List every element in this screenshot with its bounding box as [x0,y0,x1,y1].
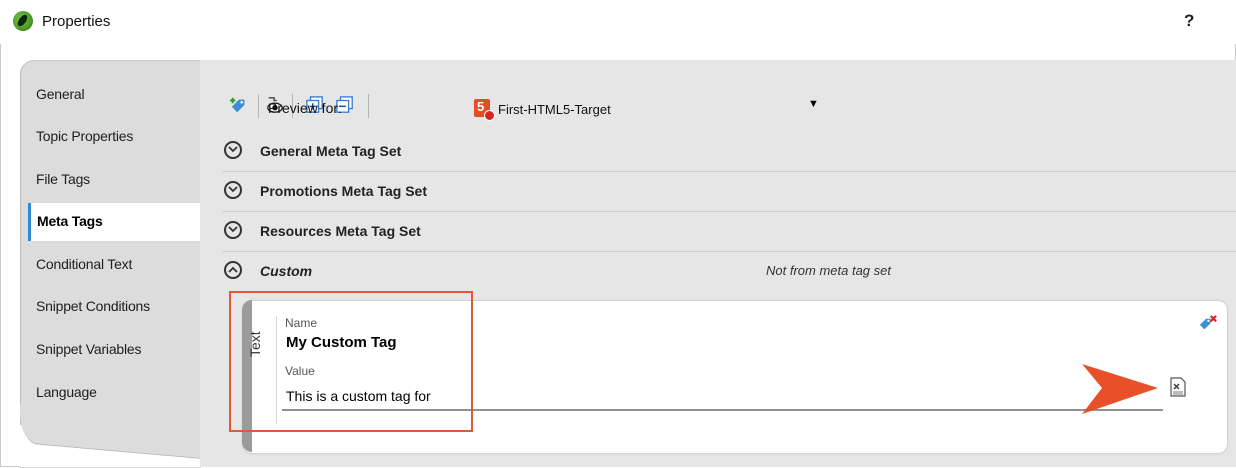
tab-language[interactable]: Language [36,384,97,400]
collapse-icon[interactable] [224,261,242,279]
html5-target-icon [474,99,495,121]
tab-meta-tags[interactable]: Meta Tags [28,203,200,241]
target-select[interactable]: First-HTML5-Target [498,102,611,117]
expand-icon[interactable] [224,181,242,199]
tab-snippet-variables[interactable]: Snippet Variables [36,341,142,357]
toolbar-separator [258,94,259,118]
tab-conditional-text[interactable]: Conditional Text [36,256,132,272]
chevron-down-icon[interactable]: ▼ [808,98,819,110]
meta-tag-set-custom[interactable]: Custom Not from meta tag set [222,251,1236,291]
section-label: General Meta Tag Set [260,143,402,159]
tab-meta-tags-label: Meta Tags [37,213,103,229]
callout-arrow-icon [1082,364,1158,414]
meta-tag-set-resources[interactable]: Resources Meta Tag Set [222,211,1236,252]
title-bar: Properties ? [0,0,1236,44]
highlight-box [229,291,473,432]
section-label: Custom [260,263,313,279]
meta-tag-set-promotions[interactable]: Promotions Meta Tag Set [222,171,1236,212]
preview-for-label: Preview for: [268,100,342,116]
edit-value-icon[interactable] [1170,377,1186,397]
expand-icon[interactable] [224,141,242,159]
toolbar [222,92,1236,122]
app-logo-icon [13,11,33,31]
meta-tag-set-general[interactable]: General Meta Tag Set [222,131,1236,172]
expand-icon[interactable] [224,221,242,239]
tab-topic-properties[interactable]: Topic Properties [36,128,133,144]
tab-general[interactable]: General [36,86,85,102]
toolbar-separator [368,94,369,118]
tab-snippet-conditions[interactable]: Snippet Conditions [36,298,150,314]
remove-tag-icon[interactable] [1198,315,1218,333]
add-tag-icon[interactable] [230,96,248,114]
section-label: Promotions Meta Tag Set [260,183,427,199]
section-label: Resources Meta Tag Set [260,223,421,239]
section-note: Not from meta tag set [766,263,891,278]
tab-file-tags[interactable]: File Tags [36,171,90,187]
help-button[interactable]: ? [1184,11,1194,31]
window-title: Properties [42,13,111,30]
